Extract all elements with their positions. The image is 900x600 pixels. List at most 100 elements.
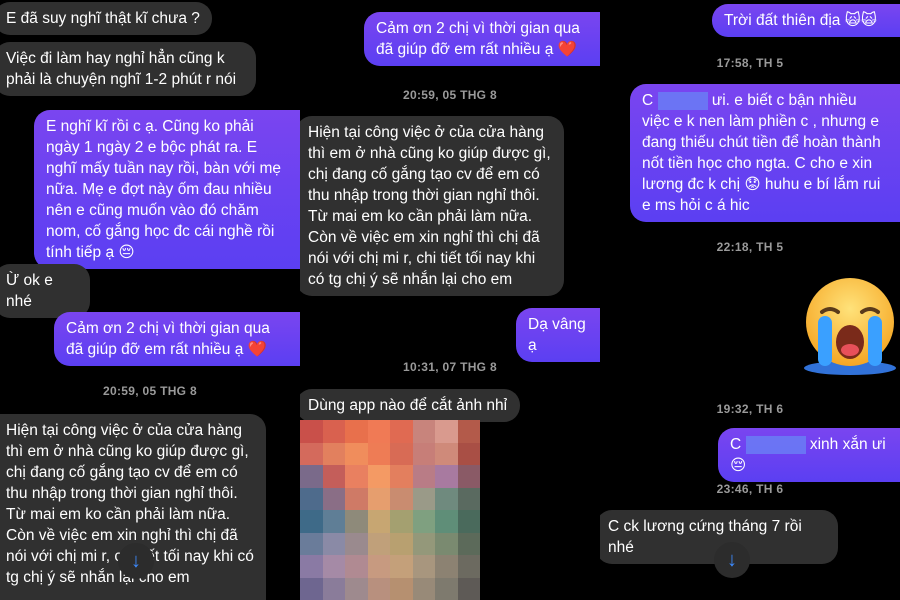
pixel-cell [457,555,480,578]
heart-icon: ❤️ [247,341,267,358]
message-sent[interactable]: Cảm ơn 2 chị vì thời gian qua đã giúp đỡ… [364,12,600,66]
pixel-cell [345,442,368,465]
message-sent[interactable]: C ưi. e biết c bận nhiều việc e k nen là… [630,84,900,222]
pixel-cell [412,487,435,510]
redaction-mark [745,435,806,454]
crying-face-icon [798,272,900,376]
pixel-cell [367,510,390,533]
pixel-cell [300,465,323,488]
pixel-cell [457,487,480,510]
pixel-cell [300,577,323,600]
arrow-down-icon: ↓ [131,549,141,572]
pixel-cell [435,532,458,555]
pixel-cell [457,510,480,533]
pixel-cell [412,465,435,488]
message-received[interactable]: E đã suy nghĩ thật kĩ chưa ? [0,2,212,35]
message-received[interactable]: Dùng app nào để cắt ảnh nhỉ [300,389,520,422]
pixel-cell [345,555,368,578]
pixel-cell [390,555,413,578]
pixel-cell [412,532,435,555]
pixel-cell [322,487,345,510]
pixel-cell [322,577,345,600]
pixel-cell [367,420,390,443]
timestamp: 20:59, 05 THG 8 [103,384,197,398]
message-sent[interactable]: Cảm ơn 2 chị vì thời gian qua đã giúp đỡ… [54,312,300,366]
pixel-cell [457,532,480,555]
pixelated-image[interactable] [300,420,480,600]
pixel-cell [345,465,368,488]
pixel-cell [345,532,368,555]
pixel-cell [345,510,368,533]
message-sent[interactable]: C xinh xắn ưi 😔 [718,428,900,482]
pixel-cell [412,510,435,533]
timestamp: 23:46, TH 6 [716,482,784,496]
pixel-cell [457,577,480,600]
pixel-cell [367,555,390,578]
pixel-cell [435,465,458,488]
pixel-cell [322,465,345,488]
message-text: Cảm ơn 2 chị vì thời gian qua đã giúp đỡ… [66,320,270,358]
pixel-cell [322,555,345,578]
pixel-cell [345,577,368,600]
chat-panel-1: E đã suy nghĩ thật kĩ chưa ? Việc đi làm… [0,0,300,600]
scroll-down-button[interactable]: ↓ [118,543,154,579]
pixel-cell [435,420,458,443]
redaction-mark [657,91,708,110]
timestamp: 19:32, TH 6 [716,402,784,416]
pixel-cell [412,577,435,600]
pixel-cell [435,442,458,465]
pixel-cell [390,532,413,555]
pixel-cell [367,532,390,555]
pixel-cell [435,577,458,600]
pixel-cell [412,420,435,443]
pixel-cell [367,487,390,510]
pixel-cell [322,532,345,555]
pixel-cell [322,420,345,443]
message-received[interactable]: Ừ ok e nhé [0,264,90,318]
pixel-cell [457,442,480,465]
message-text: Cảm ơn 2 chị vì thời gian qua đã giúp đỡ… [376,20,580,58]
pixel-cell [390,487,413,510]
pixel-cell [300,532,323,555]
chat-panel-2: Cảm ơn 2 chị vì thời gian qua đã giúp đỡ… [300,0,600,600]
pixel-cell [322,510,345,533]
pixel-cell [300,420,323,443]
scroll-down-button[interactable]: ↓ [714,542,750,578]
chat-panel-3: Trời đất thiên địa 🙀🙀 17:58, TH 5 C ưi. … [600,0,900,600]
pixel-cell [390,577,413,600]
timestamp: 17:58, TH 5 [716,56,784,70]
pixel-cell [435,555,458,578]
timestamp: 22:18, TH 5 [716,240,784,254]
heart-icon: ❤️ [557,41,577,58]
message-received[interactable]: Hiện tại công việc ở của cửa hàng thì em… [300,116,564,296]
pixel-cell [367,465,390,488]
pixel-cell [390,510,413,533]
pixel-cell [390,442,413,465]
pixel-cell [345,487,368,510]
pixel-cell [457,420,480,443]
pixel-cell [367,442,390,465]
pixel-cell [412,442,435,465]
pixel-cell [300,555,323,578]
pixel-cell [367,577,390,600]
pixel-cell [435,487,458,510]
message-sent[interactable]: Dạ vâng ạ [516,308,600,362]
pixel-cell [300,442,323,465]
message-sent[interactable]: Trời đất thiên địa 🙀🙀 [712,4,900,37]
timestamp: 20:59, 05 THG 8 [403,88,497,102]
pixel-cell [300,487,323,510]
pixel-cell [412,555,435,578]
pixel-cell [390,465,413,488]
pixel-cell [345,420,368,443]
arrow-down-icon: ↓ [727,548,737,571]
pixel-cell [457,465,480,488]
message-text: C [642,92,654,109]
timestamp: 10:31, 07 THG 8 [403,360,497,374]
pixel-cell [435,510,458,533]
pixel-cell [300,510,323,533]
pixel-cell [322,442,345,465]
message-sent[interactable]: E nghĩ kĩ rồi c ạ. Cũng ko phải ngày 1 n… [34,110,300,269]
message-text: ưi. e biết c bận nhiều việc e k nen làm … [642,92,881,214]
message-text: C [730,436,742,453]
message-received[interactable]: Việc đi làm hay nghỉ hẳn cũng k phải là … [0,42,256,96]
